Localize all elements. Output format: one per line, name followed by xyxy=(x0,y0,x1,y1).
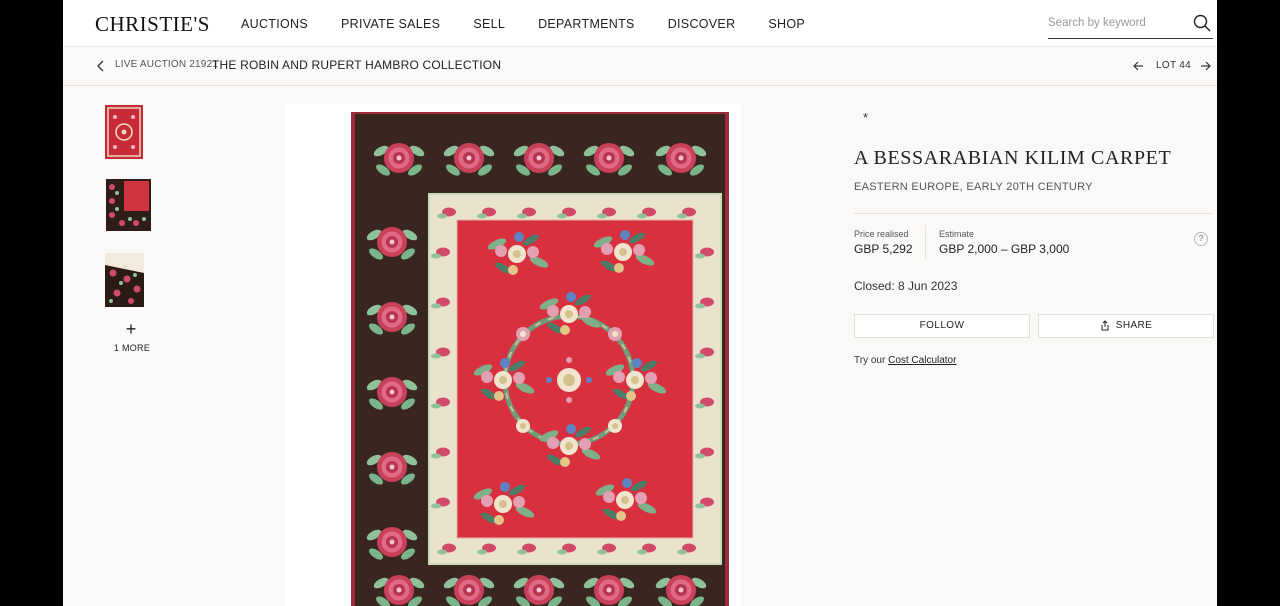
more-images-plus-icon[interactable]: + xyxy=(121,319,141,340)
help-icon[interactable]: ? xyxy=(1194,232,1208,246)
lot-title: A BESSARABIAN KILIM CARPET xyxy=(854,147,1172,169)
price-separator xyxy=(925,225,926,259)
lot-subtitle: EASTERN EUROPE, EARLY 20TH CENTURY xyxy=(854,181,1093,193)
share-button[interactable]: SHARE xyxy=(1038,314,1214,338)
estimate-label: Estimate xyxy=(939,229,975,239)
thumbnail-3[interactable] xyxy=(105,253,144,307)
collection-title-link[interactable]: THE ROBIN AND RUPERT HAMBRO COLLECTION xyxy=(212,58,501,72)
nav-auctions[interactable]: AUCTIONS xyxy=(241,17,308,31)
next-lot-arrow-icon[interactable] xyxy=(1200,59,1212,73)
price-realised-label: Price realised xyxy=(854,229,909,239)
search-input[interactable] xyxy=(1048,12,1183,34)
nav-departments[interactable]: DEPARTMENTS xyxy=(538,17,635,31)
divider xyxy=(854,213,1213,214)
christies-logo[interactable]: CHRISTIE'S xyxy=(95,12,210,37)
nav-discover[interactable]: DISCOVER xyxy=(668,17,736,31)
thumbnail-2[interactable] xyxy=(106,179,151,231)
auction-link[interactable]: LIVE AUCTION 21921 xyxy=(115,59,218,70)
more-images-label[interactable]: 1 MORE xyxy=(103,343,161,353)
share-button-label: SHARE xyxy=(1115,320,1153,331)
nav-shop[interactable]: SHOP xyxy=(768,17,805,31)
previous-lot-arrow-icon[interactable] xyxy=(1132,59,1144,73)
nav-sell[interactable]: SELL xyxy=(473,17,505,31)
price-realised-value: GBP 5,292 xyxy=(854,242,913,256)
back-arrow-icon[interactable] xyxy=(95,59,107,73)
breadcrumb: LIVE AUCTION 21921 THE ROBIN AND RUPERT … xyxy=(63,47,1217,86)
closed-date: Closed: 8 Jun 2023 xyxy=(854,279,958,293)
thumbnail-1[interactable] xyxy=(105,105,143,159)
follow-button[interactable]: FOLLOW xyxy=(854,314,1030,338)
search-icon[interactable] xyxy=(1193,14,1211,32)
cost-calculator-link[interactable]: Cost Calculator xyxy=(888,355,956,366)
nav-private-sales[interactable]: PRIVATE SALES xyxy=(341,17,440,31)
follow-button-label: FOLLOW xyxy=(919,320,965,331)
main-nav: AUCTIONS PRIVATE SALES SELL DEPARTMENTS … xyxy=(241,17,838,31)
site-header: CHRISTIE'S AUCTIONS PRIVATE SALES SELL D… xyxy=(63,0,1217,47)
main-carpet-image[interactable] xyxy=(289,112,733,606)
page: CHRISTIE'S AUCTIONS PRIVATE SALES SELL D… xyxy=(63,0,1217,606)
lot-symbol-icon: * xyxy=(863,110,869,125)
lot-number: LOT 44 xyxy=(1156,60,1191,71)
search-box xyxy=(1048,12,1213,39)
estimate-value: GBP 2,000 – GBP 3,000 xyxy=(939,242,1070,256)
calc-prefix: Try our xyxy=(854,355,886,366)
share-icon xyxy=(1101,320,1109,331)
cost-calculator-line: Try our Cost Calculator xyxy=(854,355,956,366)
